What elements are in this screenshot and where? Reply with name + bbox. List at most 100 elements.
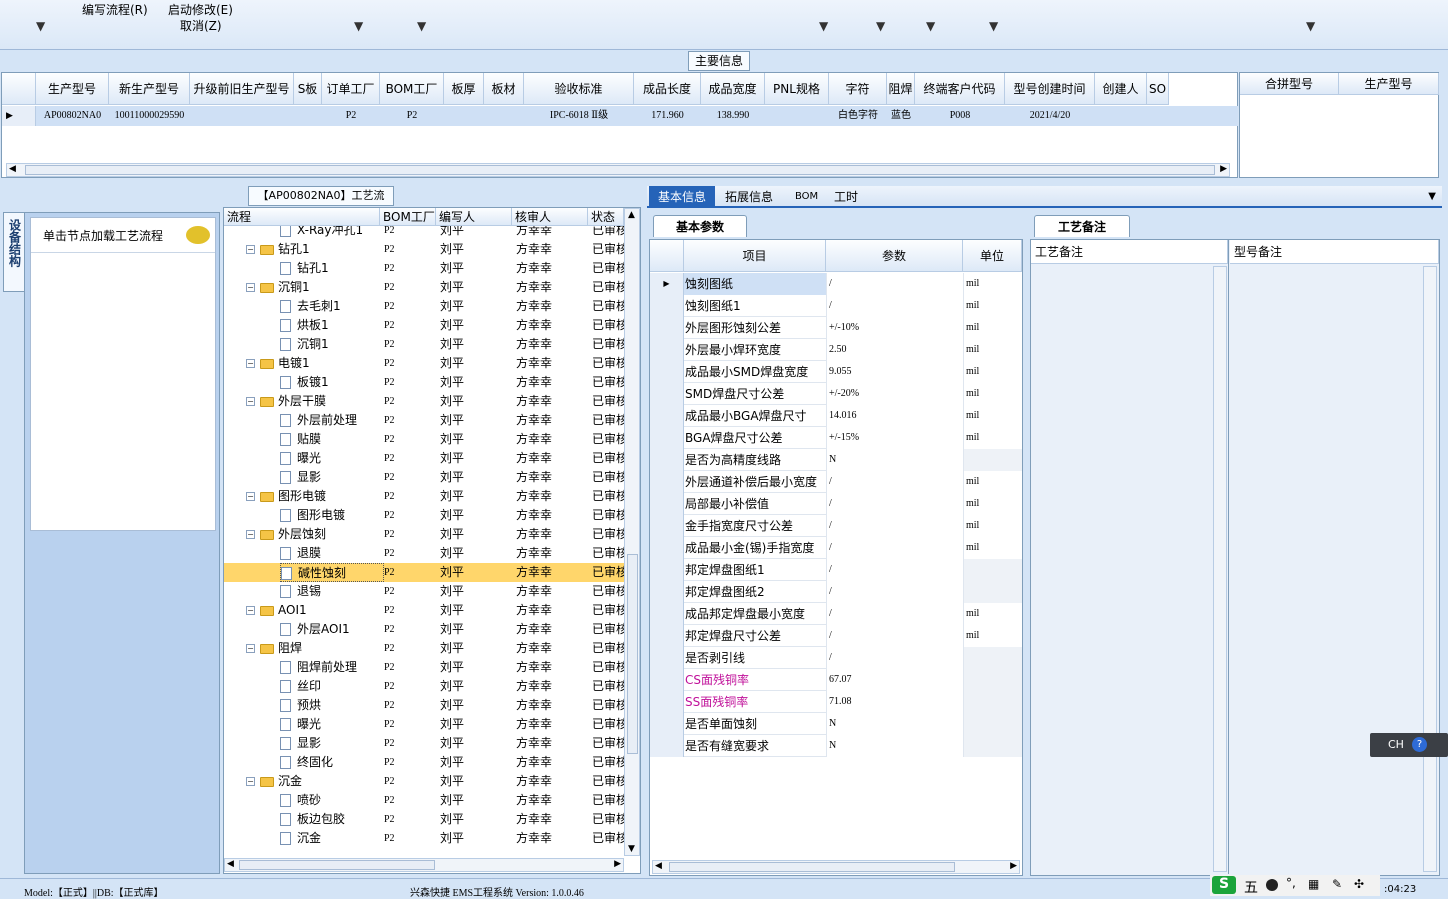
tab-basic-params[interactable]: 基本参数 (653, 215, 747, 237)
device-tree[interactable]: 单击节点加载工艺流程 (30, 217, 216, 531)
tab-bom[interactable]: BOM (795, 186, 818, 208)
flow-node[interactable]: 钻孔1 (260, 240, 380, 259)
param-row[interactable]: ▶ 蚀刻图纸 / mil (650, 273, 1022, 295)
sogou-ime-icon[interactable]: S (1212, 876, 1236, 894)
param-row[interactable]: 邦定焊盘图纸2 / (650, 581, 1022, 603)
flow-node[interactable]: AOI1 (260, 601, 380, 620)
flow-node[interactable]: 电镀1 (260, 354, 380, 373)
menu-cancel[interactable]: 取消(Z) (180, 17, 222, 34)
param-row[interactable]: 外层图形蚀刻公差 +/-10% mil (650, 317, 1022, 339)
flow-row[interactable]: 显影 P2 刘平 方幸幸 已审核 (224, 734, 624, 753)
collapse-icon[interactable]: − (246, 397, 255, 406)
param-row[interactable]: BGA焊盘尺寸公差 +/-15% mil (650, 427, 1022, 449)
param-value[interactable]: / (826, 625, 963, 647)
horizontal-scrollbar[interactable]: ◀ ▶ (224, 858, 624, 872)
flow-node[interactable]: 图形电镀 (260, 487, 380, 506)
param-value[interactable]: / (826, 647, 963, 669)
flow-row[interactable]: 烘板1 P2 刘平 方幸幸 已审核 (224, 316, 624, 335)
flow-row[interactable]: − AOI1 P2 刘平 方幸幸 已审核 (224, 601, 624, 620)
flow-node[interactable]: 显影 (280, 734, 384, 753)
flow-node[interactable]: 外层蚀刻 (260, 525, 380, 544)
param-value[interactable]: / (826, 515, 963, 537)
ime-mode-label[interactable]: 五 (1244, 877, 1258, 897)
toolbox-icon[interactable]: ✣ (1354, 877, 1364, 891)
param-value[interactable]: 9.055 (826, 361, 963, 383)
param-value[interactable]: / (826, 559, 963, 581)
flow-row[interactable]: 阻焊前处理 P2 刘平 方幸幸 已审核 (224, 658, 624, 677)
tab-work-hours[interactable]: 工时 (834, 186, 858, 208)
flow-row[interactable]: − 外层干膜 P2 刘平 方幸幸 已审核 (224, 392, 624, 411)
flow-node[interactable]: 板边包胶 (280, 810, 384, 829)
scroll-down-icon[interactable]: ▼ (628, 844, 635, 854)
flow-node[interactable]: 沉铜1 (260, 278, 380, 297)
flow-row[interactable]: 曝光 P2 刘平 方幸幸 已审核 (224, 715, 624, 734)
main-info-column-header[interactable]: 阻焊 (887, 73, 915, 105)
param-row[interactable]: 是否有缝宽要求 N (650, 735, 1022, 757)
flow-tree[interactable]: X-Ray冲孔1 P2 刘平 方幸幸 已审核 − 钻孔1 P2 刘平 方幸幸 已审核 钻孔1 P2 刘平方… (224, 226, 624, 856)
scrollbar-thumb[interactable] (669, 862, 955, 872)
flow-col-writer[interactable]: 编写人 (436, 208, 512, 226)
vertical-scrollbar[interactable]: ▲ ▼ (624, 208, 640, 856)
param-row[interactable]: SMD焊盘尺寸公差 +/-20% mil (650, 383, 1022, 405)
collapse-icon[interactable]: − (246, 283, 255, 292)
flow-node[interactable]: 预烘 (280, 696, 384, 715)
flow-row[interactable]: X-Ray冲孔1 P2 刘平 方幸幸 已审核 (224, 226, 624, 240)
flow-row[interactable]: 终固化 P2 刘平 方幸幸 已审核 (224, 753, 624, 772)
tab-extended-info[interactable]: 拓展信息 (725, 186, 773, 208)
flow-row[interactable]: 图形电镀 P2 刘平 方幸幸 已审核 (224, 506, 624, 525)
flow-node[interactable]: X-Ray冲孔1 (280, 226, 384, 240)
flow-row[interactable]: 退膜 P2 刘平 方幸幸 已审核 (224, 544, 624, 563)
collapse-icon[interactable]: − (246, 606, 255, 615)
main-info-column-header[interactable]: 成品长度 (634, 73, 701, 105)
scrollbar-thumb[interactable] (627, 554, 638, 754)
process-notes-box[interactable]: 工艺备注 (1031, 240, 1229, 874)
main-info-column-header[interactable]: BOM工厂 (380, 73, 444, 105)
collapse-icon[interactable]: − (246, 492, 255, 501)
help-icon[interactable]: ? (1412, 737, 1427, 752)
vertical-scrollbar[interactable] (1423, 266, 1437, 872)
moon-icon[interactable] (1266, 879, 1278, 891)
collapse-icon[interactable]: − (246, 530, 255, 539)
param-value[interactable]: N (826, 735, 963, 757)
flow-row[interactable]: 退锡 P2 刘平 方幸幸 已审核 (224, 582, 624, 601)
flow-node[interactable]: 沉金 (260, 772, 380, 791)
param-row[interactable]: 成品邦定焊盘最小宽度 / mil (650, 603, 1022, 625)
flow-node[interactable]: 贴膜 (280, 430, 384, 449)
flow-row[interactable]: 喷砂 P2 刘平 方幸幸 已审核 (224, 791, 624, 810)
flow-col-checker[interactable]: 核审人 (512, 208, 588, 226)
param-row[interactable]: CS面残铜率 67.07 (650, 669, 1022, 691)
main-info-column-header[interactable]: PNL规格 (765, 73, 829, 105)
scroll-right-icon[interactable]: ▶ (1220, 164, 1227, 174)
flow-row[interactable]: 曝光 P2 刘平 方幸幸 已审核 (224, 449, 624, 468)
dropdown-arrow-icon[interactable]: ▼ (926, 19, 935, 33)
flow-row[interactable]: − 外层蚀刻 P2 刘平 方幸幸 已审核 (224, 525, 624, 544)
flow-node[interactable]: 外层AOI1 (280, 620, 384, 639)
flow-node[interactable]: 沉铜1 (280, 335, 384, 354)
flow-row[interactable]: − 阻焊 P2 刘平 方幸幸 已审核 (224, 639, 624, 658)
main-info-column-header[interactable]: S板 (294, 73, 322, 105)
flow-node[interactable]: 去毛刺1 (280, 297, 384, 316)
flow-row[interactable]: 钻孔1 P2 刘平 方幸幸 已审核 (224, 259, 624, 278)
flow-node[interactable]: 喷砂 (280, 791, 384, 810)
flow-row[interactable]: 去毛刺1 P2 刘平 方幸幸 已审核 (224, 297, 624, 316)
param-row[interactable]: 蚀刻图纸1 /mil (650, 295, 1022, 317)
param-row[interactable]: 是否剥引线 / (650, 647, 1022, 669)
param-value[interactable]: / (826, 581, 963, 603)
flow-col-bom[interactable]: BOM工厂 (380, 208, 436, 226)
scrollbar-thumb[interactable] (25, 165, 1215, 175)
dropdown-arrow-icon[interactable]: ▼ (36, 19, 45, 33)
flow-node[interactable]: 烘板1 (280, 316, 384, 335)
param-value[interactable]: +/-10% (826, 317, 963, 339)
main-info-column-header[interactable]: 成品宽度 (701, 73, 765, 105)
param-row[interactable]: 邦定焊盘图纸1 / (650, 559, 1022, 581)
param-value[interactable]: / (826, 273, 963, 295)
param-row[interactable]: 成品最小BGA焊盘尺寸 14.016 mil (650, 405, 1022, 427)
flow-row[interactable]: 丝印 P2 刘平 方幸幸 已审核 (224, 677, 624, 696)
scroll-right-icon[interactable]: ▶ (1010, 861, 1017, 871)
dropdown-arrow-icon[interactable]: ▼ (354, 19, 363, 33)
param-row[interactable]: 是否单面蚀刻 N (650, 713, 1022, 735)
flow-node[interactable]: 阻焊前处理 (280, 658, 384, 677)
table-row[interactable]: ▶ AP00802NA0 10011000029590 P2 P2 IPC-6018 Ⅱ级… (2, 106, 1238, 126)
flow-node[interactable]: 曝光 (280, 449, 384, 468)
skin-icon[interactable]: ✎ (1332, 877, 1342, 891)
